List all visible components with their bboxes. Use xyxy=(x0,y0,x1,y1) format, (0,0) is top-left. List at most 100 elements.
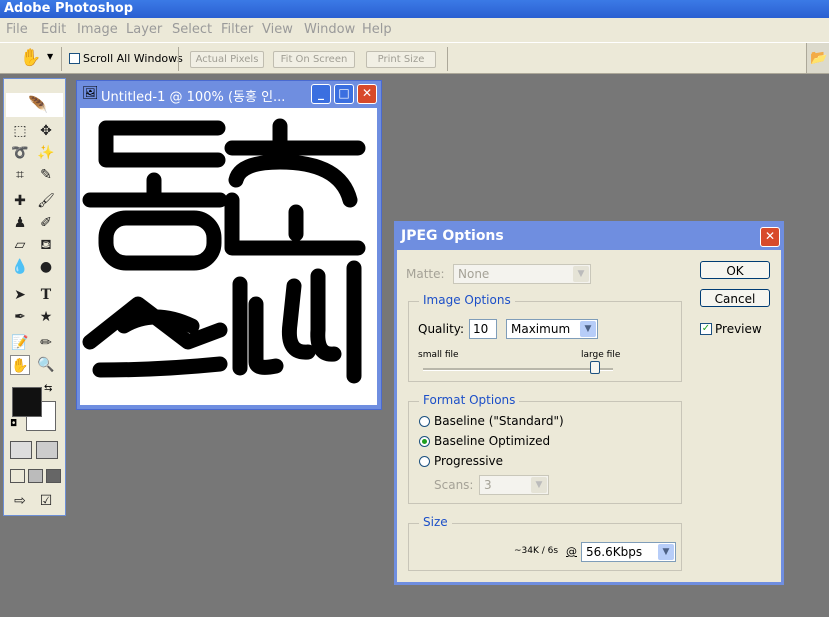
size-group: Size ~34K / 6s @ 56.6Kbps ▼ xyxy=(408,515,682,571)
scans-select[interactable]: 3 ▼ xyxy=(479,475,549,495)
close-button[interactable]: ✕ xyxy=(357,84,377,104)
marquee-tool-icon[interactable]: ⬚ xyxy=(10,121,30,141)
glyph-stroke xyxy=(92,356,228,378)
hand-icon[interactable]: ✋ xyxy=(20,48,41,68)
preview-label: Preview xyxy=(715,322,762,336)
matte-value: None xyxy=(458,267,490,281)
dialog-close-button[interactable]: ✕ xyxy=(760,227,780,247)
baseline-optimized-label: Baseline Optimized xyxy=(434,434,551,448)
jump-to-imageready-icon[interactable]: ⇨ xyxy=(10,491,30,511)
document-canvas[interactable] xyxy=(80,108,377,405)
image-options-label: Image Options xyxy=(419,293,515,307)
format-options-group: Format Options Baseline ("Standard") Bas… xyxy=(408,393,682,504)
standard-mode-button[interactable] xyxy=(10,441,32,459)
clone-stamp-tool-icon[interactable]: ♟ xyxy=(10,213,30,233)
hand-tool-icon[interactable]: ✋ xyxy=(10,355,30,375)
toolbox-header: 🪶 xyxy=(6,93,63,117)
menu-file[interactable]: File xyxy=(6,22,28,37)
path-selection-tool-icon[interactable]: ➤ xyxy=(10,285,30,305)
format-options-label: Format Options xyxy=(419,393,520,407)
quality-preset-select[interactable]: Maximum ▼ xyxy=(506,319,598,339)
quality-preset-value: Maximum xyxy=(511,322,571,336)
notes-tool-icon[interactable]: 📝 xyxy=(10,333,30,353)
maximize-button[interactable]: □ xyxy=(334,84,354,104)
baseline-standard-label: Baseline ("Standard") xyxy=(434,414,564,428)
glyph-stroke xyxy=(228,154,358,208)
glyph-stroke xyxy=(248,296,284,375)
chevron-down-icon: ▼ xyxy=(531,477,547,493)
default-colors-icon[interactable]: ◘ xyxy=(10,419,17,429)
quality-input[interactable]: 10 xyxy=(469,319,497,339)
progressive-radio[interactable] xyxy=(419,456,430,467)
fit-on-screen-button[interactable]: Fit On Screen xyxy=(273,51,355,68)
print-size-button[interactable]: Print Size xyxy=(366,51,436,68)
move-tool-icon[interactable]: ✥ xyxy=(36,121,56,141)
chevron-down-icon: ▼ xyxy=(658,544,674,560)
menu-view[interactable]: View xyxy=(262,22,293,37)
menu-image[interactable]: Image xyxy=(77,22,118,37)
connection-speed-value: 56.6Kbps xyxy=(586,545,643,559)
paint-bucket-tool-icon[interactable]: ⛾ xyxy=(36,235,56,255)
small-file-label: small file xyxy=(418,350,459,360)
pen-tool-icon[interactable]: ✒ xyxy=(10,307,30,327)
history-brush-tool-icon[interactable]: ✐ xyxy=(36,213,56,233)
dodge-tool-icon[interactable]: ● xyxy=(36,257,56,277)
eraser-tool-icon[interactable]: ▱ xyxy=(10,235,30,255)
baseline-standard-radio[interactable] xyxy=(419,416,430,427)
dialog-title-bar: JPEG Options ✕ xyxy=(397,224,781,250)
swap-colors-icon[interactable]: ⇆ xyxy=(44,383,52,394)
quality-slider-thumb[interactable] xyxy=(590,361,600,374)
document-title: Untitled-1 @ 100% (동홍 인... xyxy=(101,90,286,105)
app-title: Adobe Photoshop xyxy=(4,1,134,16)
menu-bar: File Edit Image Layer Select Filter View… xyxy=(0,18,829,42)
image-options-group: Image Options Quality: 10 Maximum ▼ smal… xyxy=(408,293,682,382)
progressive-label: Progressive xyxy=(434,454,504,468)
connection-speed-select[interactable]: 56.6Kbps ▼ xyxy=(581,542,676,562)
cancel-button[interactable]: Cancel xyxy=(700,289,770,307)
quick-mask-button[interactable] xyxy=(36,441,58,459)
screen-mode-full-menu-icon[interactable] xyxy=(28,469,43,483)
preview-checkbox[interactable]: ✓ xyxy=(700,323,712,335)
quality-slider-track[interactable] xyxy=(423,368,613,371)
menu-layer[interactable]: Layer xyxy=(126,22,162,37)
menu-filter[interactable]: Filter xyxy=(221,22,253,37)
divider xyxy=(61,47,62,71)
scroll-all-windows-checkbox[interactable] xyxy=(69,53,80,64)
menu-help[interactable]: Help xyxy=(362,22,392,37)
blur-tool-icon[interactable]: 💧 xyxy=(10,257,30,277)
options-bar: ✋ ▼ Scroll All Windows Actual Pixels Fit… xyxy=(0,42,829,74)
brush-tool-icon[interactable]: 🖌 xyxy=(36,191,56,211)
baseline-optimized-radio[interactable] xyxy=(419,436,430,447)
menu-edit[interactable]: Edit xyxy=(41,22,66,37)
healing-brush-tool-icon[interactable]: ✚ xyxy=(10,191,30,211)
large-file-label: large file xyxy=(581,350,621,360)
screen-mode-full-icon[interactable] xyxy=(46,469,61,483)
minimize-button[interactable]: _ xyxy=(311,84,331,104)
dialog-title: JPEG Options xyxy=(401,228,504,244)
size-label: Size xyxy=(419,515,452,529)
foreground-color-swatch-front[interactable] xyxy=(12,387,42,417)
eyedropper-tool-icon[interactable]: ✏ xyxy=(36,333,56,353)
type-tool-icon[interactable]: T xyxy=(36,285,56,305)
chevron-down-icon: ▼ xyxy=(573,266,589,282)
document-icon: 🖼 xyxy=(82,86,99,101)
ok-button[interactable]: OK xyxy=(700,261,770,279)
file-browser-icon: 📂 xyxy=(810,50,828,66)
screen-mode-standard-icon[interactable] xyxy=(10,469,25,483)
shape-tool-icon[interactable]: ★ xyxy=(36,307,56,327)
slice-tool-icon[interactable]: ✎ xyxy=(36,165,56,185)
matte-label: Matte: xyxy=(406,267,445,281)
menu-select[interactable]: Select xyxy=(172,22,212,37)
imageready-icon[interactable]: ☑ xyxy=(36,491,56,511)
magic-wand-tool-icon[interactable]: ✨ xyxy=(36,143,56,163)
divider xyxy=(447,47,448,71)
chevron-down-icon[interactable]: ▼ xyxy=(47,52,53,61)
lasso-tool-icon[interactable]: ➰ xyxy=(10,143,30,163)
crop-tool-icon[interactable]: ⌗ xyxy=(10,165,30,185)
actual-pixels-button[interactable]: Actual Pixels xyxy=(190,51,264,68)
palette-well[interactable]: 📂 xyxy=(806,43,829,73)
matte-select[interactable]: None ▼ xyxy=(453,264,591,284)
divider xyxy=(178,47,179,71)
menu-window[interactable]: Window xyxy=(304,22,355,37)
zoom-tool-icon[interactable]: 🔍 xyxy=(36,355,56,375)
